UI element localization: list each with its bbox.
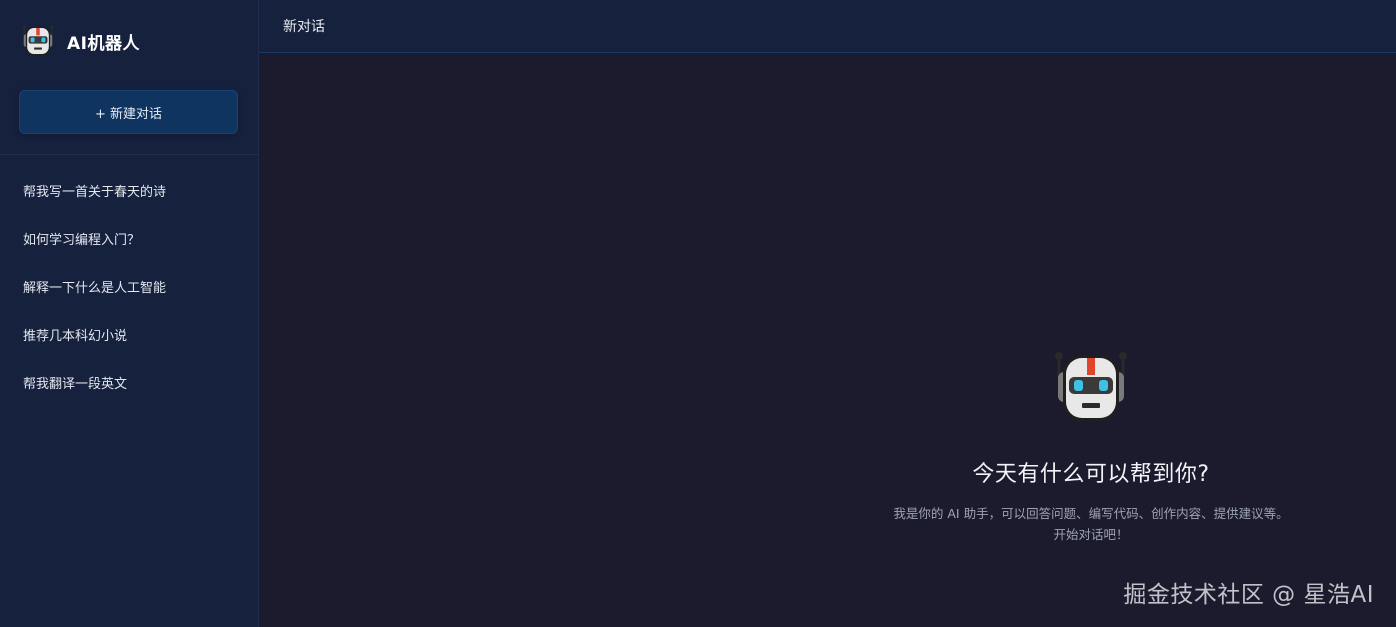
watermark: 掘金技术社区 @ 星浩AI — [1123, 582, 1374, 608]
app-title: AI机器人 — [67, 33, 140, 54]
chat-history-item[interactable]: 推荐几本科幻小说 — [0, 310, 258, 358]
chat-history-item[interactable]: 解释一下什么是人工智能 — [0, 262, 258, 310]
welcome-heading: 今天有什么可以帮到你? — [972, 462, 1210, 487]
sidebar: AI机器人 + 新建对话 帮我写一首关于春天的诗 如何学习编程入门？ 解释一下什… — [0, 0, 259, 627]
app-root: AI机器人 + 新建对话 帮我写一首关于春天的诗 如何学习编程入门？ 解释一下什… — [0, 0, 1396, 627]
chat-history-item[interactable]: 帮我翻译一段英文 — [0, 358, 258, 406]
robot-icon — [1055, 352, 1127, 421]
chat-title: 新对话 — [283, 19, 325, 35]
new-chat-button[interactable]: + 新建对话 — [19, 90, 238, 134]
chat-history-item[interactable]: 帮我写一首关于春天的诗 — [0, 166, 258, 214]
chat-header: 新对话 — [259, 0, 1396, 53]
chat-history-list: 帮我写一首关于春天的诗 如何学习编程入门？ 解释一下什么是人工智能 推荐几本科幻… — [0, 166, 258, 406]
robot-icon — [22, 25, 54, 56]
sidebar-divider — [0, 154, 258, 155]
welcome-description: 我是你的 AI 助手，可以回答问题、编写代码、创作内容、提供建议等。开始对话吧！ — [893, 506, 1289, 542]
welcome-panel: 今天有什么可以帮到你? 我是你的 AI 助手，可以回答问题、编写代码、创作内容、… — [859, 350, 1323, 545]
main-panel: 新对话 今天有什么可以帮到你? 我是你的 AI 助手，可以回答问题、编写代码、创… — [259, 0, 1396, 627]
chat-history-item[interactable]: 如何学习编程入门？ — [0, 214, 258, 262]
brand: AI机器人 — [22, 24, 140, 58]
